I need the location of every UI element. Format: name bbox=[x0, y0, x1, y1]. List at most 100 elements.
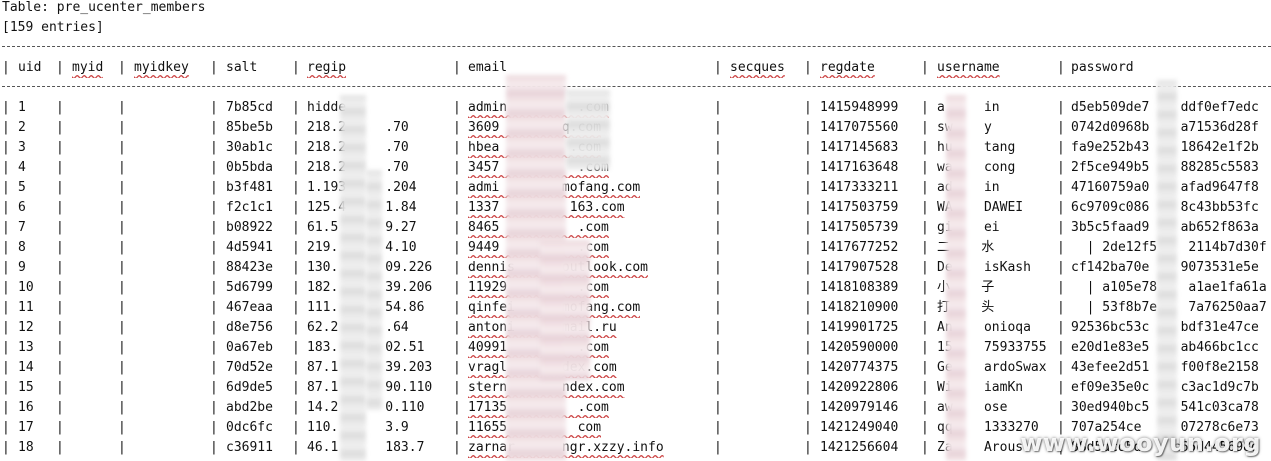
column-divider: | bbox=[118, 320, 126, 335]
column-divider: | bbox=[804, 140, 812, 155]
column-divider: | bbox=[1057, 260, 1065, 275]
column-divider: | bbox=[453, 240, 461, 255]
column-divider: | bbox=[921, 380, 929, 395]
header-password: password bbox=[1071, 60, 1134, 75]
column-divider: | bbox=[1057, 360, 1065, 375]
table-row: | | | | | | | | | | 16 abd2be 14.2 0.110 17135 .com 14… bbox=[0, 398, 1271, 418]
cell-regdate: 1418210900 bbox=[820, 300, 899, 315]
column-divider: | bbox=[804, 160, 812, 175]
column-divider: | bbox=[921, 220, 929, 235]
column-divider: | bbox=[1057, 220, 1065, 235]
cell-regdate: 1417075560 bbox=[820, 120, 899, 135]
column-divider: | bbox=[118, 160, 126, 175]
column-divider: | bbox=[714, 400, 722, 415]
column-divider: | bbox=[2, 340, 10, 355]
column-divider: | bbox=[210, 180, 218, 195]
column-divider: | bbox=[210, 380, 218, 395]
redaction-blur-username bbox=[946, 95, 966, 461]
cell-uid: 16 bbox=[18, 400, 34, 415]
column-divider: | bbox=[921, 360, 929, 375]
table-row: ||||||||||40b5bda218.2 .703457 .com14171… bbox=[0, 158, 1271, 178]
cell-regdate: 1417907528 bbox=[820, 260, 899, 275]
column-divider: | bbox=[453, 360, 461, 375]
column-divider: | bbox=[292, 280, 300, 295]
table-row: ||||||||||330ab1c218.2 .70hbea .com14171… bbox=[0, 138, 1271, 158]
column-divider: | bbox=[1057, 200, 1065, 215]
column-divider: | bbox=[921, 120, 929, 135]
column-divider: | bbox=[1057, 180, 1065, 195]
column-divider: | bbox=[714, 360, 722, 375]
cell-regdate: 1417145683 bbox=[820, 140, 899, 155]
column-divider: | bbox=[56, 140, 64, 155]
column-divider: | bbox=[118, 260, 126, 275]
cell-uid: 3 bbox=[18, 140, 26, 155]
cell-regdate: 1418108389 bbox=[820, 280, 899, 295]
column-divider: | bbox=[2, 60, 10, 75]
column-divider: | bbox=[56, 340, 64, 355]
column-divider: | bbox=[118, 380, 126, 395]
column-divider: | bbox=[804, 320, 812, 335]
column-divider: | bbox=[210, 300, 218, 315]
cell-salt: 7b85cd bbox=[226, 100, 273, 115]
table-row: | | | | | | | | | | 5 b3f481 1.193 .204 admi mofang.c… bbox=[0, 178, 1271, 198]
column-divider: | bbox=[453, 280, 461, 295]
column-divider: | bbox=[804, 400, 812, 415]
column-divider: | bbox=[453, 340, 461, 355]
header-myid: myid bbox=[72, 60, 104, 75]
column-divider: | bbox=[56, 300, 64, 315]
cell-uid: 11 bbox=[18, 300, 34, 315]
cell-regdate: 1417163648 bbox=[820, 160, 899, 175]
cell-regdate: 1420590000 bbox=[820, 340, 899, 355]
cell-regdate: 1415948999 bbox=[820, 100, 899, 115]
redaction-blur-email bbox=[566, 90, 610, 170]
header-regip: regip bbox=[307, 60, 347, 75]
column-divider: | bbox=[804, 340, 812, 355]
column-divider: | bbox=[56, 220, 64, 235]
cell-uid: 4 bbox=[18, 160, 26, 175]
column-divider: | bbox=[804, 240, 812, 255]
column-divider: | bbox=[1057, 280, 1065, 295]
column-divider: | bbox=[56, 240, 64, 255]
column-divider: | bbox=[56, 120, 64, 135]
column-divider: | bbox=[56, 320, 64, 335]
column-divider: | bbox=[118, 100, 126, 115]
cell-salt: 70d52e bbox=[226, 360, 273, 375]
column-divider: | bbox=[118, 440, 126, 455]
column-divider: | bbox=[921, 140, 929, 155]
column-divider: | bbox=[210, 280, 218, 295]
header-username: username bbox=[937, 60, 1000, 75]
cell-uid: 12 bbox=[18, 320, 34, 335]
column-divider: | bbox=[210, 140, 218, 155]
column-divider: | bbox=[56, 100, 64, 115]
column-divider: | bbox=[1057, 320, 1065, 335]
column-divider: | bbox=[714, 280, 722, 295]
table-row: | | | | | | | | | | 11 467eaa 111. 54.86 qinfei mofan… bbox=[0, 298, 1271, 318]
column-divider: | bbox=[56, 440, 64, 455]
header-myidkey: myidkey bbox=[134, 60, 189, 75]
column-divider: | bbox=[804, 220, 812, 235]
column-divider: | bbox=[292, 260, 300, 275]
cell-regdate: 1419901725 bbox=[820, 320, 899, 335]
cell-salt: 0dc6fc bbox=[226, 420, 273, 435]
column-divider: | bbox=[804, 180, 812, 195]
column-divider: | bbox=[56, 180, 64, 195]
table-header-row: | uid | myid | myidkey | salt | regip | … bbox=[0, 58, 1271, 78]
cell-salt: 85be5b bbox=[226, 120, 273, 135]
column-divider: | bbox=[921, 440, 929, 455]
column-divider: | bbox=[292, 60, 300, 75]
header-secques: secques bbox=[730, 60, 785, 75]
column-divider: | bbox=[453, 140, 461, 155]
column-divider: | bbox=[714, 420, 722, 435]
column-divider: | bbox=[1057, 160, 1065, 175]
column-divider: | bbox=[118, 240, 126, 255]
watermark-logo: www.wooyun.org bbox=[1020, 429, 1261, 457]
table-row: | | | | | | | | | | 13 0a67eb 183. 02.51 40991 .com 14… bbox=[0, 338, 1271, 358]
column-divider: | bbox=[118, 420, 126, 435]
column-divider: | bbox=[210, 260, 218, 275]
cell-salt: 30ab1c bbox=[226, 140, 273, 155]
column-divider: | bbox=[714, 100, 722, 115]
cell-uid: 9 bbox=[18, 260, 26, 275]
column-divider: | bbox=[1057, 120, 1065, 135]
column-divider: | bbox=[804, 420, 812, 435]
cell-uid: 10 bbox=[18, 280, 34, 295]
